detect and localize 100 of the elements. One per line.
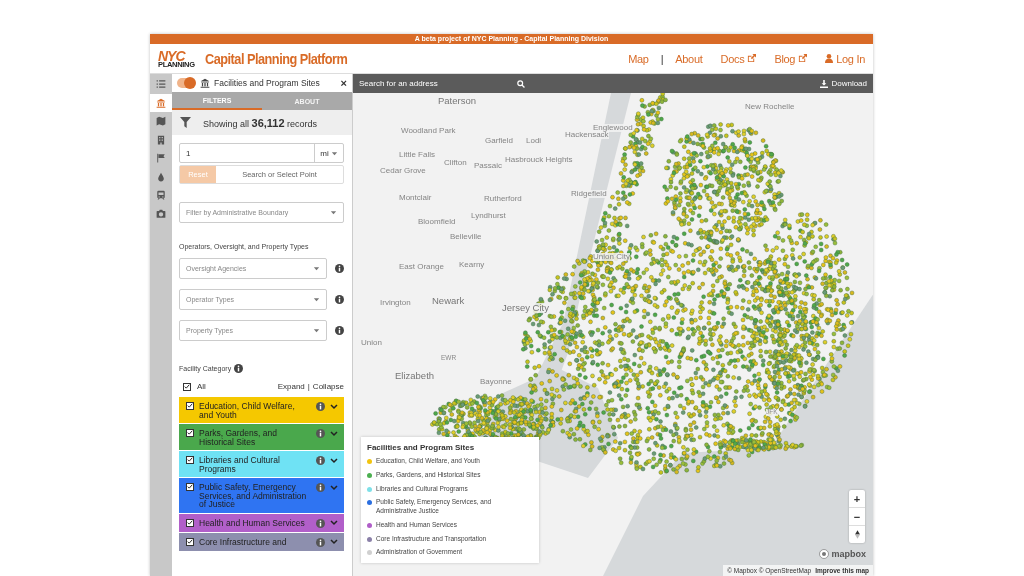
place-label: Elizabeth <box>395 371 435 381</box>
bank-icon <box>200 78 210 88</box>
checkbox[interactable] <box>186 402 194 410</box>
place-label: Bloomfield <box>418 218 456 226</box>
building-icon[interactable] <box>156 134 166 145</box>
category-item[interactable]: Education, Child Welfare, and Youth <box>179 397 344 423</box>
legend-title: Facilities and Program Sites <box>367 443 476 452</box>
chevron-down-icon <box>330 539 338 545</box>
nav-link[interactable]: Log In <box>825 52 865 65</box>
records-summary: Showing all 36,112 records <box>203 116 318 129</box>
category-label: Health and Human Services <box>199 518 306 527</box>
checkbox[interactable] <box>186 518 194 527</box>
place-label: New Rochelle <box>745 103 795 111</box>
place-label: Montclair <box>399 194 432 202</box>
info-icon <box>335 295 344 304</box>
place-label: Paterson <box>438 96 477 106</box>
place-label: Belleville <box>450 233 482 241</box>
info-icon <box>335 326 344 335</box>
category-item[interactable]: Public Safety, Emergency Services, and Administration of Justice <box>179 478 344 513</box>
category-label: Education, Child Welfare, and Youth <box>199 402 296 419</box>
chevron-down-icon <box>330 430 338 437</box>
zoom-in-button[interactable]: + <box>849 490 865 508</box>
list-icon[interactable] <box>156 79 166 90</box>
address-search-field[interactable]: Search for an address <box>359 79 525 88</box>
category-label: Libraries and Cultural Programs <box>199 456 281 473</box>
app-title: Capital Planning Platform <box>204 50 348 67</box>
chevron-down-icon <box>330 457 338 464</box>
info-icon <box>335 264 344 273</box>
layer-title: Facilities and Program Sites <box>214 78 320 88</box>
category-label: Core Infrastructure and <box>199 537 288 546</box>
place-label: Hasbrouck Heights <box>505 156 573 164</box>
info-icon <box>316 456 325 465</box>
flag-icon[interactable] <box>156 153 166 164</box>
nav-link[interactable]: Blog <box>774 52 808 65</box>
camera-icon[interactable] <box>156 208 166 219</box>
info-icon <box>316 483 325 492</box>
category-item[interactable]: Health and Human Services <box>179 513 344 532</box>
place-label: Bayonne <box>480 378 512 386</box>
checkbox[interactable] <box>186 456 194 464</box>
checkbox-label: All <box>197 382 206 391</box>
link-separator: | <box>307 382 310 391</box>
nav-link[interactable]: Map <box>628 52 649 65</box>
info-icon <box>234 364 244 373</box>
caret-icon <box>313 296 320 303</box>
search-icon <box>517 79 525 88</box>
close-button[interactable]: × <box>340 77 347 89</box>
chevron-down-icon <box>330 484 338 491</box>
mapbox-logo-icon <box>819 549 830 559</box>
collapse-link[interactable]: Collapse <box>312 382 344 391</box>
checkbox[interactable] <box>186 483 194 491</box>
filter-icon <box>180 117 191 128</box>
place-label: Englewood <box>593 124 633 132</box>
place-label: East Orange <box>399 263 444 271</box>
expand-link[interactable]: Expand <box>277 382 305 391</box>
place-label: Lyndhurst <box>471 212 506 220</box>
category-item[interactable]: Libraries and Cultural Programs <box>179 451 344 477</box>
external-link-icon <box>747 54 757 63</box>
mapbox-logo-text: mapbox <box>831 549 866 559</box>
external-link-icon <box>798 54 808 63</box>
chevron-down-icon <box>330 403 338 410</box>
caret-icon <box>313 265 320 272</box>
map-icon[interactable] <box>156 116 166 127</box>
place-label: Union <box>361 339 382 347</box>
checkbox[interactable] <box>186 429 194 437</box>
place-label: Little Falls <box>399 151 435 159</box>
place-label: Rutherford <box>484 195 522 203</box>
layer-toggle[interactable] <box>177 78 195 88</box>
place-label: Lodi <box>526 137 542 145</box>
category-label: Parks, Gardens, and Historical Sites <box>199 429 278 446</box>
place-label: Newark <box>432 296 465 306</box>
nav-separator: | <box>660 52 664 65</box>
checkbox[interactable] <box>183 382 191 391</box>
place-label: Passaic <box>474 162 502 170</box>
place-label: Woodland Park <box>401 127 456 135</box>
category-label: Public Safety, Emergency Services, and Administration of Justice <box>199 483 307 509</box>
category-item[interactable]: Core Infrastructure and <box>179 532 344 551</box>
zoom-out-button[interactable]: − <box>849 508 865 526</box>
user-icon <box>825 54 834 63</box>
nav-link[interactable]: About <box>675 52 703 65</box>
place-label: Garfield <box>485 137 513 145</box>
place-label: Irvington <box>380 299 411 307</box>
category-item[interactable]: Parks, Gardens, and Historical Sites <box>179 424 344 450</box>
place-label: Kearny <box>459 261 485 269</box>
place-label: Jersey City <box>502 303 549 313</box>
caret-icon <box>330 209 337 216</box>
train-icon[interactable] <box>156 190 166 201</box>
download-button[interactable]: Download <box>820 79 867 88</box>
compass-icon[interactable] <box>854 530 860 539</box>
place-label: Ridgefield <box>571 190 607 198</box>
checkbox[interactable] <box>186 537 194 546</box>
bank-icon[interactable] <box>156 97 166 108</box>
info-icon <box>316 429 325 438</box>
drop-icon[interactable] <box>156 171 166 182</box>
place-label: Union City <box>593 253 630 261</box>
chevron-down-icon <box>330 520 338 526</box>
place-label: Cedar Grove <box>380 167 426 175</box>
info-icon <box>316 402 325 411</box>
place-label: Hackensack <box>565 131 609 139</box>
nav-link[interactable]: Docs <box>720 52 757 65</box>
info-icon <box>316 537 325 547</box>
